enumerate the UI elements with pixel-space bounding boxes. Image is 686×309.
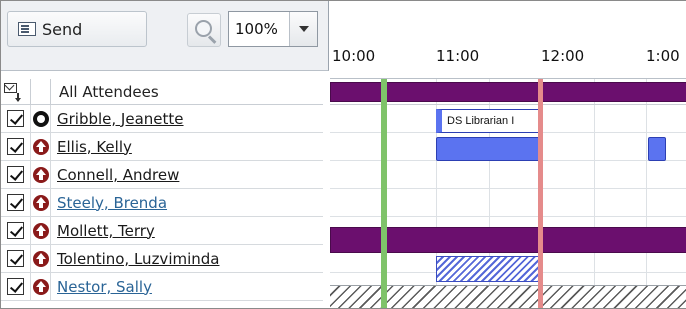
include-checkbox[interactable]	[7, 138, 24, 155]
attendee-row: Mollett, Terry	[1, 216, 323, 245]
send-icon	[18, 22, 36, 36]
all-attendees-label: All Attendees	[59, 82, 159, 101]
required-attendee-icon[interactable]	[32, 138, 49, 155]
time-label: 1:00	[646, 47, 680, 65]
include-checkbox[interactable]	[7, 222, 24, 239]
include-checkbox[interactable]	[7, 110, 24, 127]
required-attendee-icon[interactable]	[32, 194, 49, 211]
meeting-start-line[interactable]	[381, 79, 387, 308]
magnifier-handle	[207, 35, 217, 44]
toolbar: Send 100%	[1, 1, 329, 71]
sort-arrow-icon	[15, 92, 20, 102]
time-header: 10:00 11:00 12:00 1:00	[330, 1, 686, 79]
scheduling-assistant: Send 100% All Attendees Gribble, Jeanett…	[0, 0, 686, 309]
include-checkbox[interactable]	[7, 278, 24, 295]
attendee-row: Tolentino, Luzviminda	[1, 244, 323, 273]
zoom-dropdown[interactable]: 100%	[228, 11, 318, 47]
attendee-name[interactable]: Connell, Andrew	[51, 166, 179, 184]
attendee-list: All Attendees Gribble, Jeanette Ellis, K…	[1, 78, 323, 301]
include-checkbox[interactable]	[7, 250, 24, 267]
envelope-sort-icon[interactable]	[1, 78, 31, 105]
attendee-row: Steely, Brenda	[1, 188, 323, 217]
attendee-name[interactable]: Ellis, Kelly	[51, 138, 132, 156]
attendee-row: Connell, Andrew	[1, 160, 323, 189]
attendee-name[interactable]: Mollett, Terry	[51, 222, 155, 240]
zoom-value: 100%	[235, 20, 278, 38]
time-label: 10:00	[332, 47, 376, 65]
attendee-row: Gribble, Jeanette	[1, 104, 323, 133]
schedule-grid[interactable]: 10:00 11:00 12:00 1:00 DS Librarian I	[330, 1, 686, 308]
send-label: Send	[42, 19, 83, 39]
response-column-header[interactable]	[31, 78, 51, 105]
attendee-name[interactable]: Nestor, Sally	[51, 278, 152, 296]
chevron-down-icon[interactable]	[289, 12, 317, 46]
attendee-row: Ellis, Kelly	[1, 132, 323, 161]
required-attendee-icon[interactable]	[32, 222, 49, 239]
meeting-block[interactable]: DS Librarian I	[436, 109, 542, 133]
tentative-block	[436, 137, 542, 161]
tentative-hatched-block	[436, 256, 540, 282]
attendee-list-header: All Attendees	[1, 78, 323, 105]
zoom-button[interactable]	[187, 13, 221, 47]
required-attendee-icon[interactable]	[32, 250, 49, 267]
attendee-name[interactable]: Gribble, Jeanette	[51, 110, 184, 128]
organizer-icon	[32, 110, 49, 127]
tentative-block	[648, 137, 666, 161]
attendee-name[interactable]: Steely, Brenda	[51, 194, 167, 212]
send-button[interactable]: Send	[7, 11, 147, 47]
meeting-label: DS Librarian I	[447, 115, 515, 127]
include-checkbox[interactable]	[7, 194, 24, 211]
required-attendee-icon[interactable]	[32, 166, 49, 183]
attendee-row: Nestor, Sally	[1, 272, 323, 301]
meeting-end-line[interactable]	[538, 79, 543, 308]
time-label: 12:00	[541, 47, 585, 65]
attendee-name[interactable]: Tolentino, Luzviminda	[51, 250, 219, 268]
required-attendee-icon[interactable]	[32, 278, 49, 295]
time-label: 11:00	[436, 47, 480, 65]
envelope-icon	[4, 82, 17, 93]
include-checkbox[interactable]	[7, 166, 24, 183]
